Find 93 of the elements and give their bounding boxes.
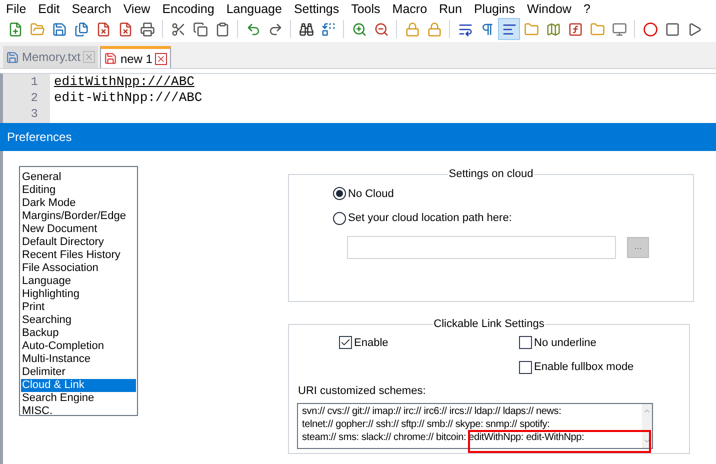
checkbox-label: Enable fullbox mode [534, 360, 634, 375]
printer-icon [140, 22, 154, 36]
checkbox[interactable] [339, 336, 352, 350]
category-item[interactable]: Delimiter [21, 366, 136, 379]
folder-icon [30, 22, 44, 36]
scheme-line: steam:// sms: slack:// chrome:// bitcoin: editWithNpp: edit-WithNpp: [302, 431, 584, 444]
tab-label: Memory.txt [22, 49, 80, 66]
files-icon [74, 22, 88, 36]
file-tab[interactable]: Memory.txt [3, 46, 98, 68]
undo-icon [246, 22, 260, 36]
menu-item[interactable]: Encoding [156, 0, 220, 16]
zoom-in-icon [352, 22, 366, 36]
menu-item[interactable]: Window [520, 0, 578, 16]
lock-icon [404, 22, 420, 36]
field-label: URI customized schemes: [298, 384, 427, 398]
play-icon [686, 22, 702, 36]
map-icon [546, 22, 560, 36]
menu-item[interactable]: Edit [32, 0, 66, 16]
save-icon [104, 52, 118, 65]
toolbar-button[interactable] [498, 18, 520, 40]
category-item[interactable]: New Document [21, 223, 136, 236]
checkbox-label: Enable [354, 336, 388, 350]
checkbox-label: No underline [534, 336, 596, 350]
close-icon[interactable] [155, 52, 168, 64]
menu-item[interactable]: File [0, 0, 32, 16]
tab-label: new 1 [120, 50, 152, 68]
scheme-line: telnet:// gopher:// ssh:// sftp:// smb:// skype: snmp:// spotify: [302, 418, 551, 431]
copy-icon [192, 22, 208, 36]
category-item[interactable]: Search Engine [21, 392, 136, 405]
category-item[interactable]: Multi-Instance [21, 353, 136, 366]
folder-icon [524, 22, 538, 36]
radio-button[interactable] [333, 187, 346, 200]
zoom-out-icon [374, 22, 388, 36]
category-item[interactable]: Editing [21, 184, 136, 197]
menu-item[interactable]: Language [220, 0, 288, 16]
line-number: 1 [30, 74, 39, 90]
line-number: 3 [30, 106, 39, 122]
file-tab[interactable]: new 1 [100, 46, 172, 68]
category-item[interactable]: General [21, 171, 136, 184]
record-icon [642, 22, 658, 36]
category-item[interactable]: Highlighting [21, 288, 136, 301]
stop-icon [664, 22, 680, 36]
menu-item[interactable]: Tools [345, 0, 386, 16]
clipboard-icon [214, 22, 230, 36]
category-item[interactable]: Language [21, 275, 136, 288]
menu-item[interactable]: Search [66, 0, 118, 16]
lock-icon [426, 22, 442, 36]
function-icon [568, 22, 582, 36]
category-item[interactable]: Dark Mode [21, 197, 136, 210]
menu-item[interactable]: View [117, 0, 156, 16]
close-file-icon [96, 22, 110, 36]
category-item[interactable]: Backup [21, 327, 136, 340]
category-item[interactable]: Recent Files History [21, 249, 136, 262]
code-link[interactable]: editWithNpp:///ABC [50, 74, 202, 90]
dialog-title: Preferences [7, 129, 72, 146]
redo-icon [268, 22, 282, 36]
path-field[interactable] [347, 236, 616, 258]
menu-item[interactable]: Macro [386, 0, 434, 16]
radio-button[interactable] [333, 212, 346, 225]
save-icon [6, 50, 19, 64]
monitor-icon [612, 22, 626, 36]
pilcrow-icon [480, 22, 494, 36]
replace-icon [320, 22, 336, 36]
folder-icon [590, 22, 604, 36]
checkbox[interactable] [519, 336, 532, 350]
menu-item[interactable]: ? [577, 0, 596, 16]
radio-label: Set your cloud location path here: [348, 211, 512, 226]
checkbox[interactable] [519, 360, 532, 374]
binoculars-icon [298, 22, 314, 36]
new-file-icon [8, 22, 22, 36]
category-item[interactable]: Cloud & Link [21, 379, 136, 392]
category-item[interactable]: Searching [21, 314, 136, 327]
close-files-icon [118, 22, 132, 36]
group-title: Settings on cloud [448, 167, 534, 182]
menu-item[interactable]: Settings [288, 0, 346, 16]
menu-item[interactable]: Plugins [468, 0, 521, 16]
wrap-text-icon [458, 22, 472, 36]
category-item[interactable]: Default Directory [21, 236, 136, 249]
category-item[interactable]: Margins/Border/Edge [21, 210, 136, 223]
line-number: 2 [30, 90, 39, 106]
code-line: edit-WithNpp:///ABC [53, 90, 202, 106]
category-item[interactable]: MISC. [21, 405, 136, 415]
save-icon [52, 22, 66, 36]
radio-label: No Cloud [348, 186, 394, 202]
category-item[interactable]: Auto-Completion [21, 340, 136, 353]
scissors-icon [170, 22, 186, 36]
group-title: Clickable Link Settings [432, 317, 546, 332]
scroll-down-icon[interactable] [643, 437, 651, 445]
menu-item[interactable]: Run [433, 0, 468, 16]
scheme-line: svn:// cvs:// git:// imap:// irc:// irc6:// ircs:// ldap:// ldaps:// news: [302, 405, 562, 418]
category-item[interactable]: File Association [21, 262, 136, 275]
category-item[interactable]: Print [21, 301, 136, 314]
indent-guide-icon [502, 22, 516, 36]
